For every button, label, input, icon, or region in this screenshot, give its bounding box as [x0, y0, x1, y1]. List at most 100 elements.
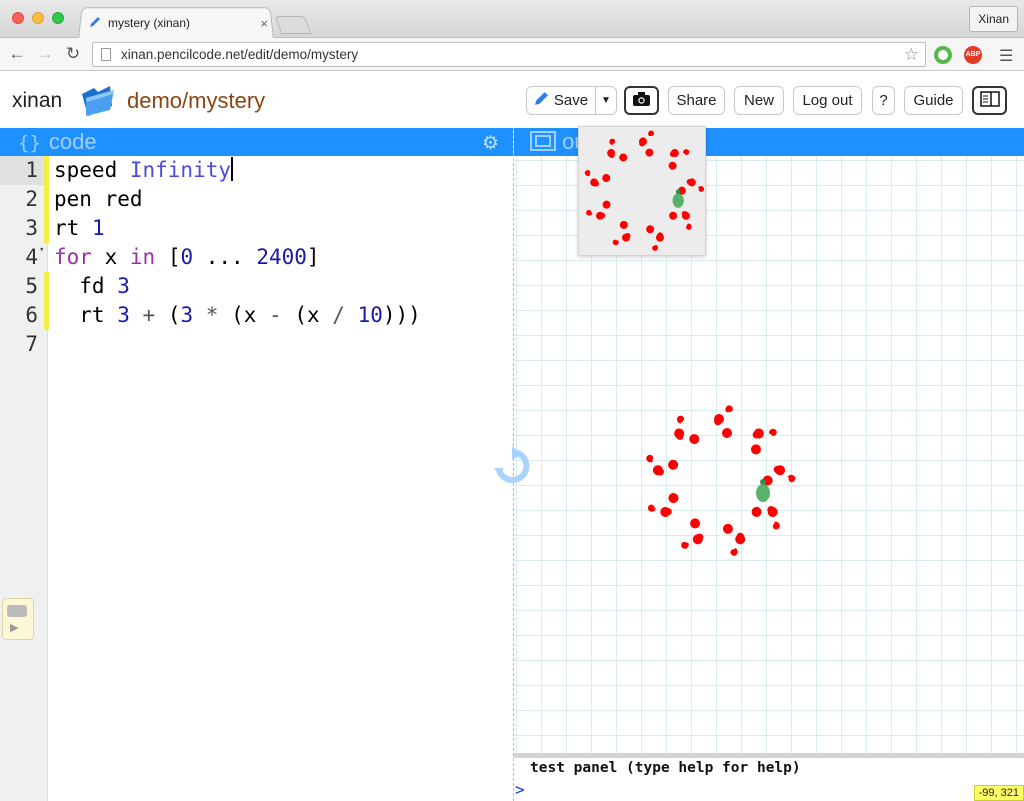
window-close-button[interactable]: [12, 12, 24, 24]
page-icon: [101, 48, 111, 61]
code-text[interactable]: for x in [0 ... 2400]: [54, 243, 320, 272]
save-label: Save: [553, 92, 589, 109]
spiral-arm: [722, 523, 746, 556]
window-zoom-button[interactable]: [52, 12, 64, 24]
output-pane: output test panel (type help for help) >…: [514, 126, 1024, 801]
code-line[interactable]: 5 fd 3: [0, 272, 513, 301]
play-icon: ▶: [10, 622, 19, 634]
fold-arrow-icon[interactable]: ▾: [39, 245, 44, 255]
window-minimize-button[interactable]: [32, 12, 44, 24]
code-braces-icon: {}: [18, 132, 41, 154]
gear-icon[interactable]: ⚙: [482, 132, 499, 155]
code-title[interactable]: {} code: [18, 129, 97, 155]
code-text[interactable]: speed Infinity: [54, 156, 234, 185]
spiral-arm: [681, 518, 704, 549]
spiral-arm: [750, 428, 777, 455]
save-button[interactable]: Save: [526, 86, 596, 115]
tab-close-button[interactable]: ×: [260, 16, 268, 31]
code-pane: {} code ⚙ 1 speed Infinity 2 pen red 3 rt…: [0, 128, 513, 801]
block-mode-toggle[interactable]: ▶: [2, 598, 34, 640]
test-panel-input[interactable]: [534, 780, 974, 800]
share-button[interactable]: Share: [668, 86, 725, 115]
test-panel-label: test panel (type help for help): [530, 760, 801, 776]
browser-tab-content[interactable]: mystery (xinan) ×: [88, 10, 268, 36]
coordinates-badge: -99, 321: [973, 785, 1024, 801]
line-number: 5: [25, 274, 38, 298]
spiral-arm: [584, 170, 611, 187]
layout-toggle-icon: [979, 90, 1000, 111]
chevron-down-icon: ▼: [601, 95, 611, 106]
code-line[interactable]: 7: [0, 330, 513, 359]
spiral-arm: [669, 210, 692, 230]
line-marker: [44, 185, 49, 214]
reload-button[interactable]: ↻: [62, 44, 84, 64]
code-line[interactable]: 1 speed Infinity: [0, 156, 513, 185]
spiral-arm: [639, 130, 655, 157]
app-header: xinan demo/mystery Save ▼ Share New Log …: [0, 72, 1024, 128]
spiral-arm: [612, 220, 631, 246]
pencil-icon: [88, 15, 102, 32]
code-line[interactable]: 2 pen red: [0, 185, 513, 214]
url-text: xinan.pencilcode.net/edit/demo/mystery: [121, 47, 359, 62]
code-text[interactable]: pen red: [54, 185, 143, 214]
screenshot-button[interactable]: [624, 86, 659, 115]
line-marker: [44, 156, 49, 185]
test-panel: test panel (type help for help) > -99, 3…: [514, 753, 1024, 801]
line-number: 1: [0, 156, 44, 185]
extension-green-icon[interactable]: [934, 46, 952, 64]
back-button[interactable]: ←: [6, 44, 28, 64]
spiral-arm: [586, 200, 611, 220]
run-icon[interactable]: [492, 446, 532, 486]
forward-button[interactable]: →: [34, 44, 56, 64]
spiral-arm: [668, 149, 690, 170]
line-marker: [44, 214, 49, 243]
layout-toggle-button[interactable]: [972, 86, 1007, 115]
adblock-icon[interactable]: ABP: [964, 46, 982, 64]
profile-button[interactable]: Xinan: [969, 6, 1018, 32]
logout-button[interactable]: Log out: [793, 86, 862, 115]
spiral-arm: [714, 405, 733, 438]
code-title-label: code: [48, 129, 97, 154]
spiral-arm: [646, 225, 664, 251]
blocks-icon: [7, 605, 27, 617]
line-marker: [44, 301, 49, 330]
code-text[interactable]: rt 1: [54, 214, 105, 243]
test-prompt: >: [515, 780, 525, 799]
code-line[interactable]: 4 ▾ for x in [0 ... 2400]: [0, 243, 513, 272]
guide-button[interactable]: Guide: [904, 86, 963, 115]
line-number: 4: [25, 245, 38, 269]
spiral-arm: [607, 138, 628, 162]
new-tab-button[interactable]: [274, 16, 312, 34]
save-dropdown-button[interactable]: ▼: [595, 86, 617, 115]
code-text[interactable]: fd 3: [54, 272, 130, 301]
line-number: 3: [25, 216, 38, 240]
folder-icon[interactable]: [80, 84, 116, 123]
line-number: 6: [25, 303, 38, 327]
address-bar[interactable]: xinan.pencilcode.net/edit/demo/mystery ☆: [92, 42, 926, 67]
line-number: 2: [25, 187, 38, 211]
bookmark-star-icon[interactable]: ☆: [904, 45, 919, 65]
line-marker: [44, 272, 49, 301]
new-button[interactable]: New: [734, 86, 784, 115]
line-number: 7: [25, 332, 38, 356]
screenshot-thumbnail[interactable]: [578, 126, 706, 256]
code-line[interactable]: 3 rt 1: [0, 214, 513, 243]
pencil-icon: [534, 91, 549, 110]
spiral-arm: [674, 415, 700, 445]
code-title-bar: {} code ⚙: [0, 128, 513, 156]
browser-tab-bar: mystery (xinan) × Xinan: [0, 0, 1024, 39]
username[interactable]: xinan: [12, 89, 62, 113]
text-cursor: [231, 157, 234, 181]
thumbnail-drawing: [584, 130, 704, 251]
browser-menu-icon[interactable]: ☰: [999, 46, 1013, 66]
spiral-arm: [751, 505, 780, 530]
project-path[interactable]: demo/mystery: [127, 88, 265, 114]
code-text[interactable]: rt 3 + (3 * (x - (x / 10))): [54, 301, 421, 330]
turtle-drawing: [646, 405, 796, 556]
help-button[interactable]: ?: [872, 86, 895, 115]
spiral-arm: [647, 493, 679, 517]
camera-icon: [633, 91, 650, 110]
spiral-arm: [646, 454, 679, 476]
fullscreen-icon: [530, 129, 562, 154]
code-line[interactable]: 6 rt 3 + (3 * (x - (x / 10))): [0, 301, 513, 330]
